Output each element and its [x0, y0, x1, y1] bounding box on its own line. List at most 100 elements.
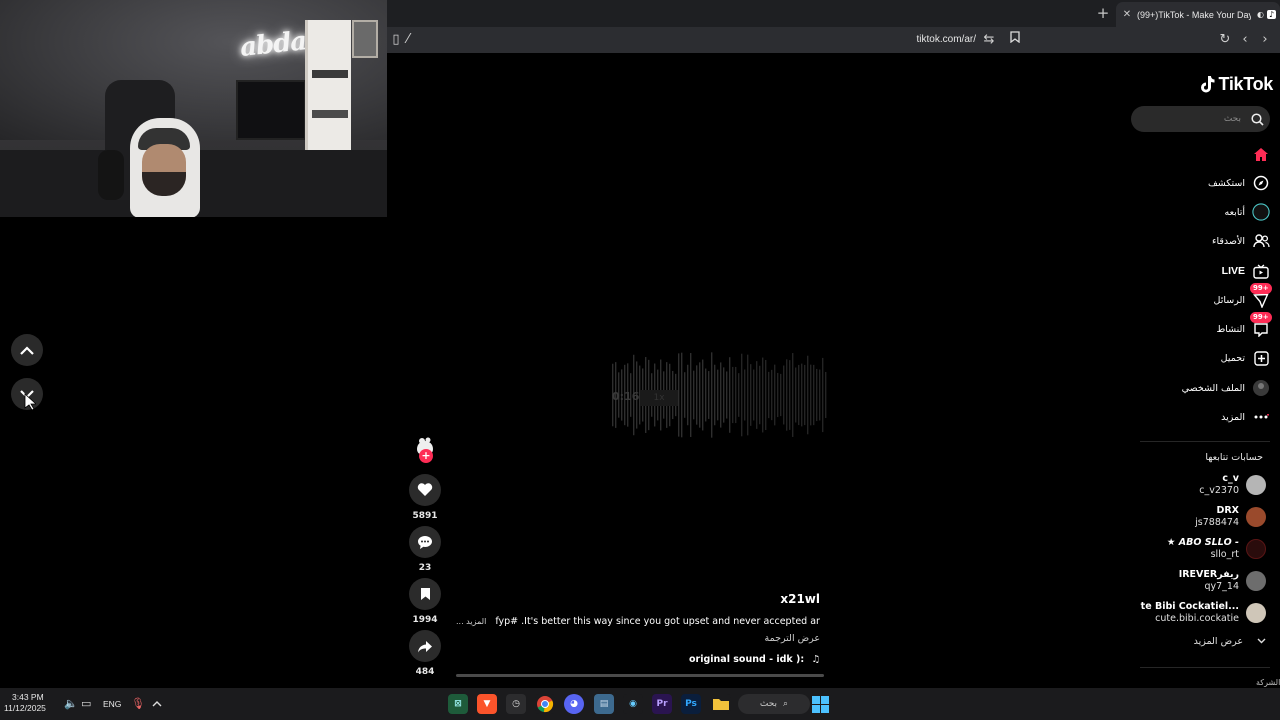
edge-icon[interactable]: ◉	[623, 694, 643, 714]
chevron-up-icon[interactable]	[152, 698, 162, 710]
language-indicator[interactable]: ENG	[103, 699, 121, 709]
new-tab-button[interactable]: +	[1094, 4, 1112, 22]
photoshop-icon[interactable]: Ps	[681, 694, 701, 714]
site-settings-icon[interactable]: ⇆	[980, 31, 998, 49]
sidebar-item-following[interactable]: أتابعه	[1140, 200, 1270, 224]
caption-more-link[interactable]: ... المزيد	[456, 617, 486, 626]
search-input[interactable]: بحث	[1131, 106, 1270, 132]
logo-text: TikTok	[1218, 73, 1273, 94]
see-translation-link[interactable]: عرض الترجمة	[700, 633, 820, 644]
following-account[interactable]: c_v c_v2370	[1140, 471, 1266, 499]
waveform-bar	[702, 359, 704, 431]
waveform-bar	[699, 362, 701, 428]
waveform-bar	[741, 353, 743, 437]
waveform-bar	[792, 353, 794, 437]
chrome-icon[interactable]	[535, 694, 555, 714]
following-account[interactable]: IREVERريفر qy7_14	[1140, 567, 1266, 595]
comment-button[interactable]	[409, 526, 441, 558]
waveform-bar	[717, 369, 719, 421]
sidebar-item-friends[interactable]: الأصدقاء	[1140, 229, 1270, 253]
sidebar-item-messages[interactable]: الرسائل 99+	[1140, 283, 1272, 312]
account-handle: js788474	[1195, 517, 1239, 528]
video-username[interactable]: x21wl	[700, 592, 820, 606]
sidebar-item-live[interactable]: LIVE	[1140, 259, 1270, 283]
playback-speed[interactable]: 1x	[640, 390, 678, 406]
waveform-bar	[723, 367, 725, 423]
waveform-bar	[771, 369, 773, 421]
waveform-bar	[789, 360, 791, 430]
see-more-label: عرض المزيد	[1193, 636, 1243, 647]
waveform-bar	[786, 359, 788, 431]
share-button[interactable]	[409, 630, 441, 662]
waveform-bar	[759, 365, 761, 425]
sidebar-item-activity[interactable]: النشاط 99+	[1140, 312, 1272, 341]
waveform-bar	[678, 353, 680, 437]
music-note-icon: ♫	[811, 654, 820, 665]
sidebar-item-label: استكشف	[1207, 177, 1245, 189]
microphone-icon[interactable]: 🎙	[131, 698, 145, 710]
sidebar-item-label: الملف الشخصي	[1181, 382, 1245, 394]
reload-icon[interactable]: ↻	[1216, 31, 1234, 49]
waveform-bar	[732, 366, 734, 424]
bookmark-icon[interactable]	[1006, 31, 1024, 49]
brave-browser-icon[interactable]: ▼	[477, 694, 497, 714]
close-tab-icon[interactable]: ✕	[1120, 9, 1134, 20]
url-bar[interactable]: tiktok.com/ar/	[880, 32, 976, 48]
waveform-bar	[777, 372, 779, 418]
live-icon	[1252, 262, 1270, 280]
more-icon	[1252, 408, 1270, 426]
tiktok-logo[interactable]: TikTok	[1183, 72, 1273, 96]
clock-date: 11/12/2025	[4, 703, 46, 713]
xbox-app-icon[interactable]: ⊠	[448, 694, 468, 714]
like-button[interactable]	[409, 474, 441, 506]
tiktok-note-icon	[1201, 76, 1215, 93]
sidebar-item-profile[interactable]: الملف الشخصي	[1140, 376, 1270, 400]
volume-icon[interactable]: 🔈	[64, 698, 78, 710]
save-button[interactable]	[409, 578, 441, 610]
sidebar-item-explore[interactable]: استكشف	[1140, 171, 1270, 195]
tiktok-favicon-icon: ♪	[1267, 10, 1276, 19]
reader-mode-icon[interactable]: ⁄	[399, 31, 417, 49]
following-account[interactable]: ★ 𝘼𝘽𝙊 𝙎𝙇𝙇𝙊 - sllo_rt	[1140, 535, 1266, 563]
waveform-bar	[738, 373, 740, 417]
waveform-bar	[768, 371, 770, 419]
system-clock[interactable]: 3:43 PM 11/12/2025	[4, 692, 46, 714]
following-account[interactable]: te Bibi Cockatiel... cute.bibi.cockatie	[1140, 599, 1266, 627]
browser-tab[interactable]: ✕ (99+)TikTok - Make Your Day ◐ ♪	[1116, 2, 1280, 27]
previous-video-button[interactable]	[11, 334, 43, 366]
waveform-bar	[711, 352, 713, 438]
account-handle: c_v2370	[1199, 485, 1239, 496]
taskbar-search[interactable]: بحث ⌕	[738, 694, 810, 714]
see-more-button[interactable]: عرض المزيد	[1140, 636, 1266, 647]
waveform-bar	[729, 357, 731, 433]
sidebar-item-label: النشاط	[1216, 323, 1245, 335]
like-count: 5891	[412, 511, 438, 521]
forward-icon[interactable]: ›	[1256, 31, 1274, 49]
file-explorer-icon[interactable]	[711, 694, 731, 714]
discord-icon[interactable]: ◕	[564, 694, 584, 714]
waveform-bar	[720, 362, 722, 428]
account-name: IREVERريفر	[1178, 569, 1239, 580]
comment-count: 23	[418, 563, 432, 573]
sidebar-item-home[interactable]	[1140, 142, 1270, 166]
browser-toolbar: ▯ ⁄ tiktok.com/ar/ ⇆ ↻ ‹ ›	[387, 27, 1280, 53]
waveform-bar	[687, 364, 689, 426]
task-view-icon[interactable]: ▤	[594, 694, 614, 714]
waveform-bar	[801, 363, 803, 427]
footer-company-link[interactable]: الشركة	[1256, 678, 1280, 687]
sidebar-divider	[1140, 441, 1270, 442]
video-progress-bar[interactable]	[456, 674, 824, 677]
back-icon[interactable]: ‹	[1236, 31, 1254, 49]
network-icon[interactable]: ▭	[81, 698, 91, 710]
windows-start-icon[interactable]	[812, 696, 829, 713]
sidebar-item-upload[interactable]: تحميل	[1140, 346, 1270, 370]
sidebar-item-more[interactable]: المزيد	[1140, 405, 1270, 429]
clock-app-icon[interactable]: ◷	[506, 694, 526, 714]
premiere-pro-icon[interactable]: Pr	[652, 694, 672, 714]
follow-plus-button[interactable]: +	[419, 449, 433, 463]
waveform-bar	[708, 371, 710, 419]
following-account[interactable]: DRX js788474	[1140, 503, 1266, 531]
sound-link[interactable]: original sound - idk ): ♫	[650, 654, 820, 665]
waveform-bar	[813, 364, 815, 426]
waveform-bar	[807, 355, 809, 435]
